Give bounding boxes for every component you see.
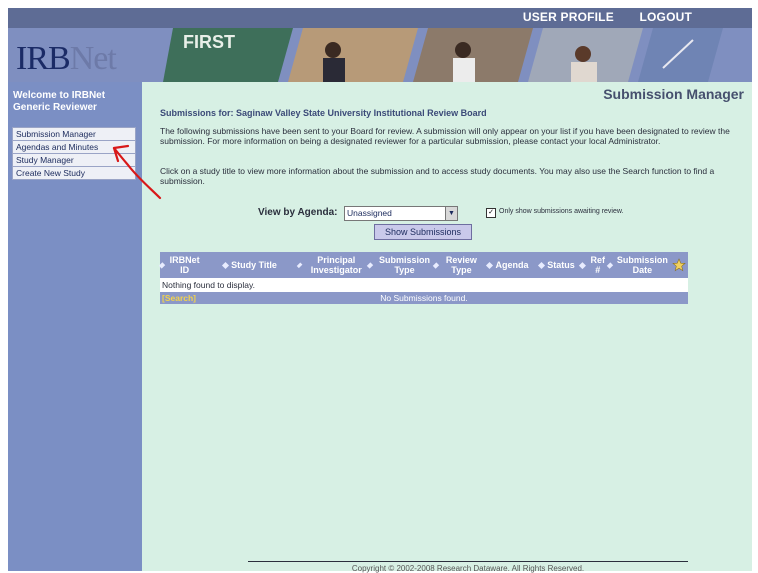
top-nav-bar: USER PROFILE LOGOUT	[8, 8, 752, 28]
sort-icon	[296, 262, 303, 268]
welcome-line-2: Generic Reviewer	[13, 102, 97, 113]
column-header-submission-type[interactable]: Submission Type	[366, 252, 434, 278]
column-header-study-title[interactable]: Study Title	[202, 252, 298, 278]
agenda-filter-row: View by Agenda: Unassigned ▼ ✓ Only show…	[258, 206, 678, 222]
column-header-status[interactable]: Status	[534, 252, 580, 278]
page-title: Submission Manager	[603, 86, 744, 102]
main-content: Submission Manager Submissions for: Sagi…	[142, 82, 752, 573]
star-icon	[672, 258, 686, 272]
awaiting-review-label: Only show submissions awaiting review.	[499, 208, 624, 215]
show-submissions-button[interactable]: Show Submissions	[374, 224, 472, 240]
top-links: USER PROFILE LOGOUT	[523, 10, 692, 24]
footer-divider	[248, 561, 688, 562]
sort-icon	[366, 261, 374, 269]
sort-icon	[578, 261, 586, 269]
irbnet-logo: IRBNet	[16, 40, 117, 78]
logo-irb: IRB	[16, 40, 71, 77]
dropdown-arrow-icon[interactable]: ▼	[445, 207, 457, 220]
svg-text:FIRST: FIRST	[183, 32, 235, 52]
column-header-agenda[interactable]: Agenda	[482, 252, 534, 278]
column-header-submission-date[interactable]: Submission Date	[606, 252, 670, 278]
table-header: IRBNet ID Study Title Principal Investig…	[158, 252, 688, 278]
sidebar-item-create-new-study[interactable]: Create New Study	[12, 166, 136, 180]
sidebar-item-submission-manager[interactable]: Submission Manager	[12, 127, 136, 140]
table-footer: No Submissions found. [Search]	[160, 292, 688, 304]
sort-icon	[486, 261, 494, 269]
sort-icon	[432, 261, 440, 269]
copyright-text: Copyright © 2002-2008 Research Dataware.…	[351, 564, 585, 573]
sort-icon	[158, 261, 166, 269]
instructions-paragraph: Click on a study title to view more info…	[160, 166, 715, 186]
sidebar: Welcome to IRBNet Generic Reviewer Submi…	[8, 82, 142, 571]
column-header-principal-investigator[interactable]: Principal Investigator	[296, 252, 368, 278]
search-link[interactable]: [Search]	[162, 292, 196, 304]
logo-net: Net	[69, 40, 117, 77]
column-header-irbnet-id[interactable]: IRBNet ID	[158, 252, 202, 278]
sort-icon	[538, 261, 546, 269]
user-profile-link[interactable]: USER PROFILE	[523, 10, 614, 24]
awaiting-review-checkbox[interactable]: ✓	[486, 208, 496, 218]
welcome-line-1: Welcome to IRBNet	[13, 90, 106, 101]
agenda-label: View by Agenda:	[258, 207, 338, 218]
banner: IRBNet FIRST	[8, 28, 752, 82]
logout-link[interactable]: LOGOUT	[639, 10, 692, 24]
sidebar-item-study-manager[interactable]: Study Manager	[12, 153, 136, 166]
banner-photos: FIRST	[163, 28, 723, 82]
no-submissions-text: No Submissions found.	[380, 293, 468, 303]
agenda-select-value: Unassigned	[347, 208, 392, 218]
empty-message-row: Nothing found to display.	[160, 278, 688, 292]
column-header-review-type[interactable]: Review Type	[432, 252, 482, 278]
welcome-text: Welcome to IRBNet Generic Reviewer	[13, 90, 105, 114]
column-header-ref[interactable]: Ref #	[578, 252, 608, 278]
sort-icon	[606, 261, 613, 269]
submissions-table: IRBNet ID Study Title Principal Investig…	[158, 252, 688, 304]
sort-icon	[222, 261, 230, 269]
sidebar-item-agendas-and-minutes[interactable]: Agendas and Minutes	[12, 140, 136, 153]
column-header-star[interactable]	[670, 252, 688, 278]
intro-paragraph: The following submissions have been sent…	[160, 126, 730, 146]
agenda-select[interactable]: Unassigned ▼	[344, 206, 458, 221]
board-subhead: Submissions for: Saginaw Valley State Un…	[160, 108, 487, 118]
sidebar-menu: Submission Manager Agendas and Minutes S…	[12, 127, 136, 180]
